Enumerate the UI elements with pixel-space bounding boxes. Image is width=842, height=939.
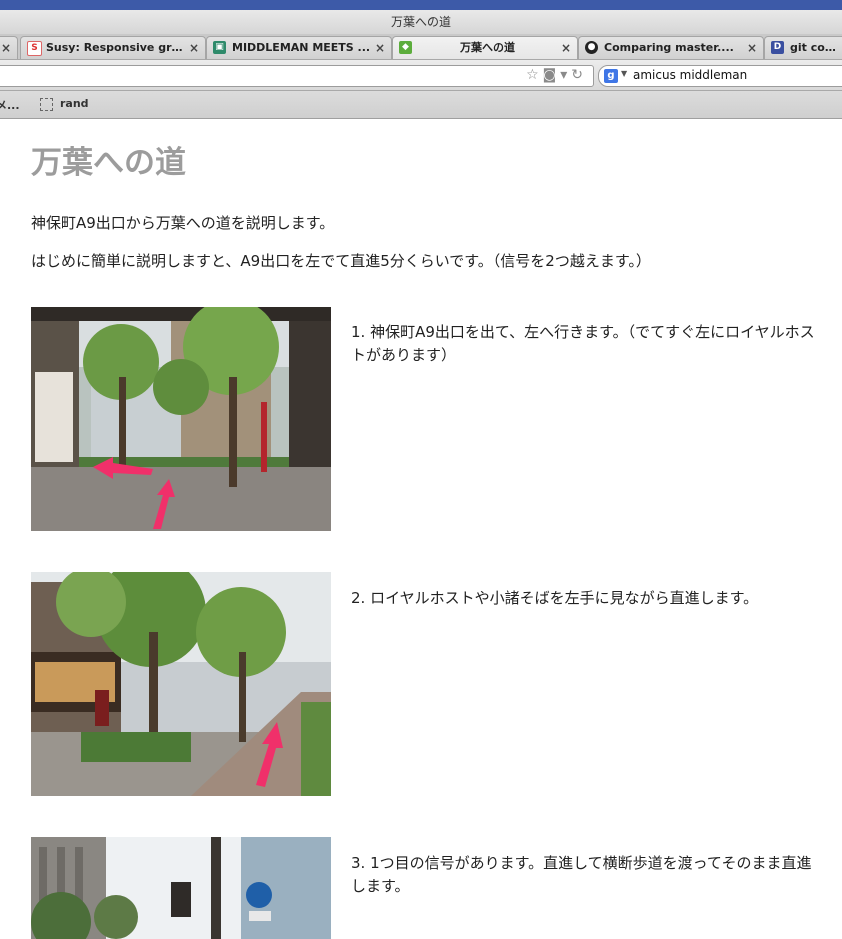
middleman-icon: ▣	[213, 41, 226, 54]
google-icon[interactable]: g	[604, 69, 618, 83]
evernote-icon: ◆	[399, 41, 412, 54]
intro-text-2: はじめに簡単に説明しますと、A9出口を左でて直進5分くらいです。（信号を2つ越え…	[31, 252, 651, 270]
bookmark-item[interactable]: メ...	[0, 97, 20, 113]
chevron-down-icon[interactable]: ▼	[621, 69, 627, 78]
step-2-photo	[31, 572, 331, 796]
tab-label: git comm	[790, 41, 842, 54]
close-icon[interactable]: ×	[1, 37, 11, 59]
bookmark-item-rand[interactable]: rand	[60, 97, 89, 110]
tab-git[interactable]: D git comm	[764, 36, 842, 59]
step-1-text: 1. 神保町A9出口を出て、左へ行きます。（でてすぐ左にロイヤルホストがあります…	[351, 323, 815, 364]
toolbar: ☆◙▾↻ g ▼ amicus middleman	[0, 60, 842, 91]
window-top-strip	[0, 0, 842, 10]
tab-middleman[interactable]: ▣ MIDDLEMAN MEETS ... ×	[206, 36, 392, 59]
tab-label: Susy: Responsive gri...	[46, 41, 185, 54]
github-icon: ●	[585, 41, 598, 54]
search-input[interactable]: amicus middleman	[633, 68, 747, 82]
star-icon[interactable]: ☆	[526, 67, 543, 83]
susy-s-icon: S	[27, 41, 42, 56]
close-icon[interactable]: ×	[747, 37, 757, 59]
tab-susy[interactable]: S Susy: Responsive gri... ×	[20, 36, 206, 59]
tab-label: MIDDLEMAN MEETS ...	[232, 41, 371, 54]
step-3-text: 3. 1つ目の信号があります。直進して横断歩道を渡ってそのまま直進します。	[351, 854, 812, 895]
d-icon: D	[771, 41, 784, 54]
tab-manyo[interactable]: ◆ 万葉への道 ×	[392, 36, 578, 59]
step-3-photo	[31, 837, 331, 939]
step-1-photo	[31, 307, 331, 531]
address-bar[interactable]: ☆◙▾↻	[0, 65, 594, 87]
tab-offscreen[interactable]: ×	[0, 36, 18, 59]
tab-label: 万葉への道	[460, 41, 515, 54]
search-box[interactable]: g ▼ amicus middleman	[598, 65, 842, 87]
close-icon[interactable]: ×	[375, 37, 385, 59]
dropdown-icon[interactable]: ▾	[560, 67, 571, 83]
window-title: 万葉への道	[0, 10, 842, 34]
address-bar-icons: ☆◙▾↻	[526, 67, 587, 83]
step-2-text: 2. ロイヤルホストや小諸そばを左手に見ながら直進します。	[351, 589, 759, 607]
close-icon[interactable]: ×	[189, 37, 199, 59]
reload-icon[interactable]: ↻	[571, 67, 587, 83]
tab-strip: × S Susy: Responsive gri... × ▣ MIDDLEMA…	[0, 34, 842, 60]
tab-label: Comparing master....	[604, 41, 734, 54]
bookmark-folder-icon	[40, 98, 53, 111]
intro-text-1: 神保町A9出口から万葉への道を説明します。	[31, 214, 335, 232]
bookmarks-bar: メ... rand	[0, 91, 842, 119]
page-title: 万葉への道	[31, 145, 186, 181]
tab-github[interactable]: ● Comparing master.... ×	[578, 36, 764, 59]
close-icon[interactable]: ×	[561, 37, 571, 59]
page-content: 万葉への道 神保町A9出口から万葉への道を説明します。 はじめに簡単に説明します…	[0, 119, 842, 939]
pocket-icon[interactable]: ◙	[543, 67, 561, 83]
